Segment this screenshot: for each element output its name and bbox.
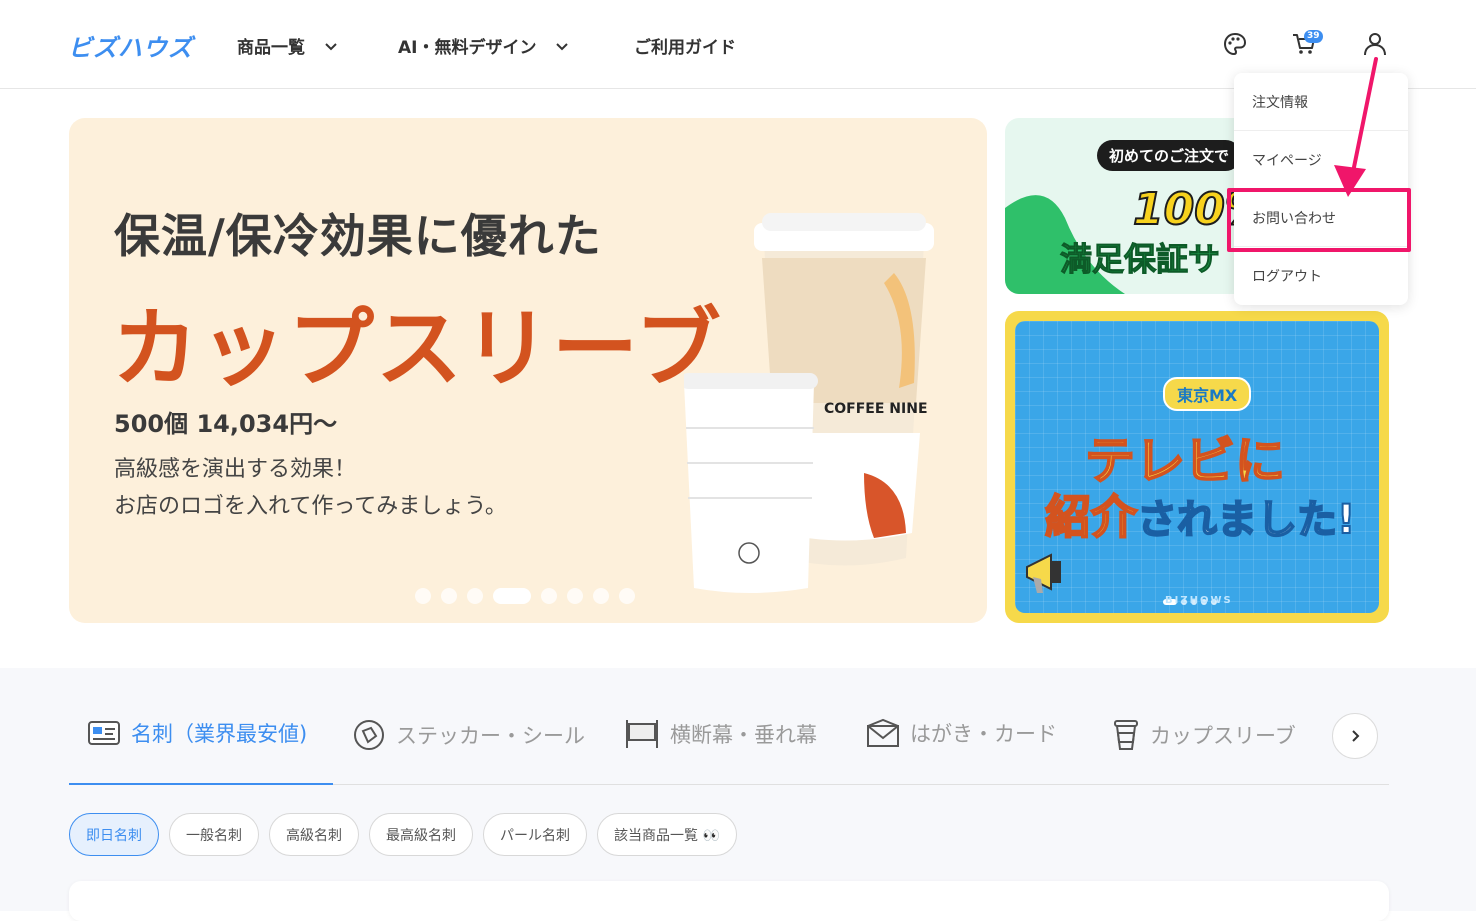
tab-label: ステッカー・シール (396, 724, 585, 748)
carousel-dot[interactable] (567, 588, 583, 604)
cup-icon (1114, 720, 1138, 750)
subcategory-chips: 即日名刺 一般名刺 高級名刺 最高級名刺 パール名刺 該当商品一覧 👀 (69, 813, 737, 856)
carousel-dot[interactable] (415, 588, 431, 604)
chip-same-day-cards[interactable]: 即日名刺 (69, 813, 159, 856)
nav-products-label: 商品一覧 (237, 38, 305, 58)
carousel-dot[interactable] (593, 588, 609, 604)
carousel-dot[interactable] (441, 588, 457, 604)
carousel-dot[interactable] (467, 588, 483, 604)
banner-icon (626, 720, 658, 748)
chip-premium-cards[interactable]: 高級名刺 (269, 813, 359, 856)
tab-stickers[interactable]: ステッカー・シール (352, 718, 585, 752)
tv-feature-line2: 紹介されました! (1044, 481, 1356, 547)
envelope-icon (867, 718, 899, 747)
chip-standard-cards[interactable]: 一般名刺 (169, 813, 259, 856)
chip-luxury-cards[interactable]: 最高級名刺 (369, 813, 473, 856)
nav-ai-design-label: AI・無料デザイン (398, 38, 537, 58)
tab-label: はがき・カード (910, 722, 1057, 746)
tab-label: 横断幕・垂れ幕 (670, 723, 817, 747)
nav-ai-design[interactable]: AI・無料デザイン (398, 33, 570, 58)
chevron-right-icon (1352, 730, 1360, 742)
hero-price: 500個 14,034円〜 (114, 410, 338, 438)
carousel-dot[interactable] (541, 588, 557, 604)
chip-pearl-cards[interactable]: パール名刺 (483, 813, 587, 856)
chip-all-products[interactable]: 該当商品一覧 👀 (597, 813, 737, 856)
sticker-icon (354, 720, 384, 750)
site-logo[interactable]: ビズハウズ (68, 28, 193, 63)
carousel-dot-active[interactable] (493, 588, 531, 604)
chevron-down-icon (325, 42, 337, 50)
tab-label: カップスリーブ (1150, 724, 1296, 748)
nav-guide[interactable]: ご利用ガイド (634, 33, 736, 58)
hero-carousel-dots (415, 588, 635, 604)
hero-title: カップスリーブ (112, 299, 723, 399)
annotation-arrow-icon (1334, 57, 1378, 197)
menu-logout[interactable]: ログアウト (1234, 247, 1408, 305)
cart-count-badge: 39 (1304, 30, 1323, 43)
tv-feature-panel: 東京MX テレビに 紹介されました! BIZHOWS (1015, 321, 1379, 613)
hero-banner[interactable]: 保温/保冷効果に優れた カップスリーブ 500個 14,034円〜 高級感を演出… (69, 118, 987, 623)
category-section: 名刺（業界最安値) ステッカー・シール 横断幕・垂れ幕 はがき・カード カップス… (0, 668, 1476, 921)
tab-cup-sleeves[interactable]: カップスリーブ (1112, 718, 1296, 752)
palette-icon[interactable] (1219, 28, 1251, 60)
hero-desc-line2: お店のロゴを入れて作ってみましょう。 (114, 494, 507, 519)
tv-feature-line2-big: 紹介 (1044, 489, 1138, 545)
brand-watermark: BIZHOWS (1165, 595, 1233, 606)
cart-icon[interactable]: 39 (1288, 28, 1323, 60)
tabs-next-button[interactable] (1332, 713, 1378, 759)
cup-label: COFFEE NINE (824, 401, 928, 417)
tab-postcards[interactable]: はがき・カード (866, 718, 1057, 748)
active-tab-underline (69, 783, 333, 785)
first-order-pill: 初めてのご注文で (1097, 140, 1242, 171)
tab-business-cards[interactable]: 名刺（業界最安値) (87, 718, 307, 748)
tv-feature-line2-rest: されました! (1136, 496, 1356, 544)
tv-feature-banner[interactable]: 東京MX テレビに 紹介されました! BIZHOWS (1005, 311, 1389, 623)
satisfaction-text: 満足保証サ (1059, 240, 1221, 279)
megaphone-icon (1026, 553, 1061, 593)
nav-products[interactable]: 商品一覧 (237, 33, 339, 58)
business-card-icon (88, 721, 120, 745)
tab-label: 名刺（業界最安値) (131, 722, 308, 746)
tab-banners[interactable]: 横断幕・垂れ幕 (624, 718, 817, 750)
carousel-dot[interactable] (619, 588, 635, 604)
cup-sleeve-product-image: COFFEE NINE (684, 213, 934, 593)
hero-headline: 保温/保冷効果に優れた (114, 209, 602, 263)
product-card-area (69, 881, 1389, 921)
chevron-down-icon (556, 42, 569, 50)
hero-description: 高級感を演出する効果！ お店のロゴを入れて作ってみましょう。 (114, 451, 507, 525)
category-tabs: 名刺（業界最安値) ステッカー・シール 横断幕・垂れ幕 はがき・カード カップス… (69, 704, 1389, 785)
nav-guide-label: ご利用ガイド (634, 38, 736, 58)
tokyo-mx-badge: 東京MX (1163, 377, 1252, 411)
hero-desc-line1: 高級感を演出する効果！ (114, 457, 357, 482)
